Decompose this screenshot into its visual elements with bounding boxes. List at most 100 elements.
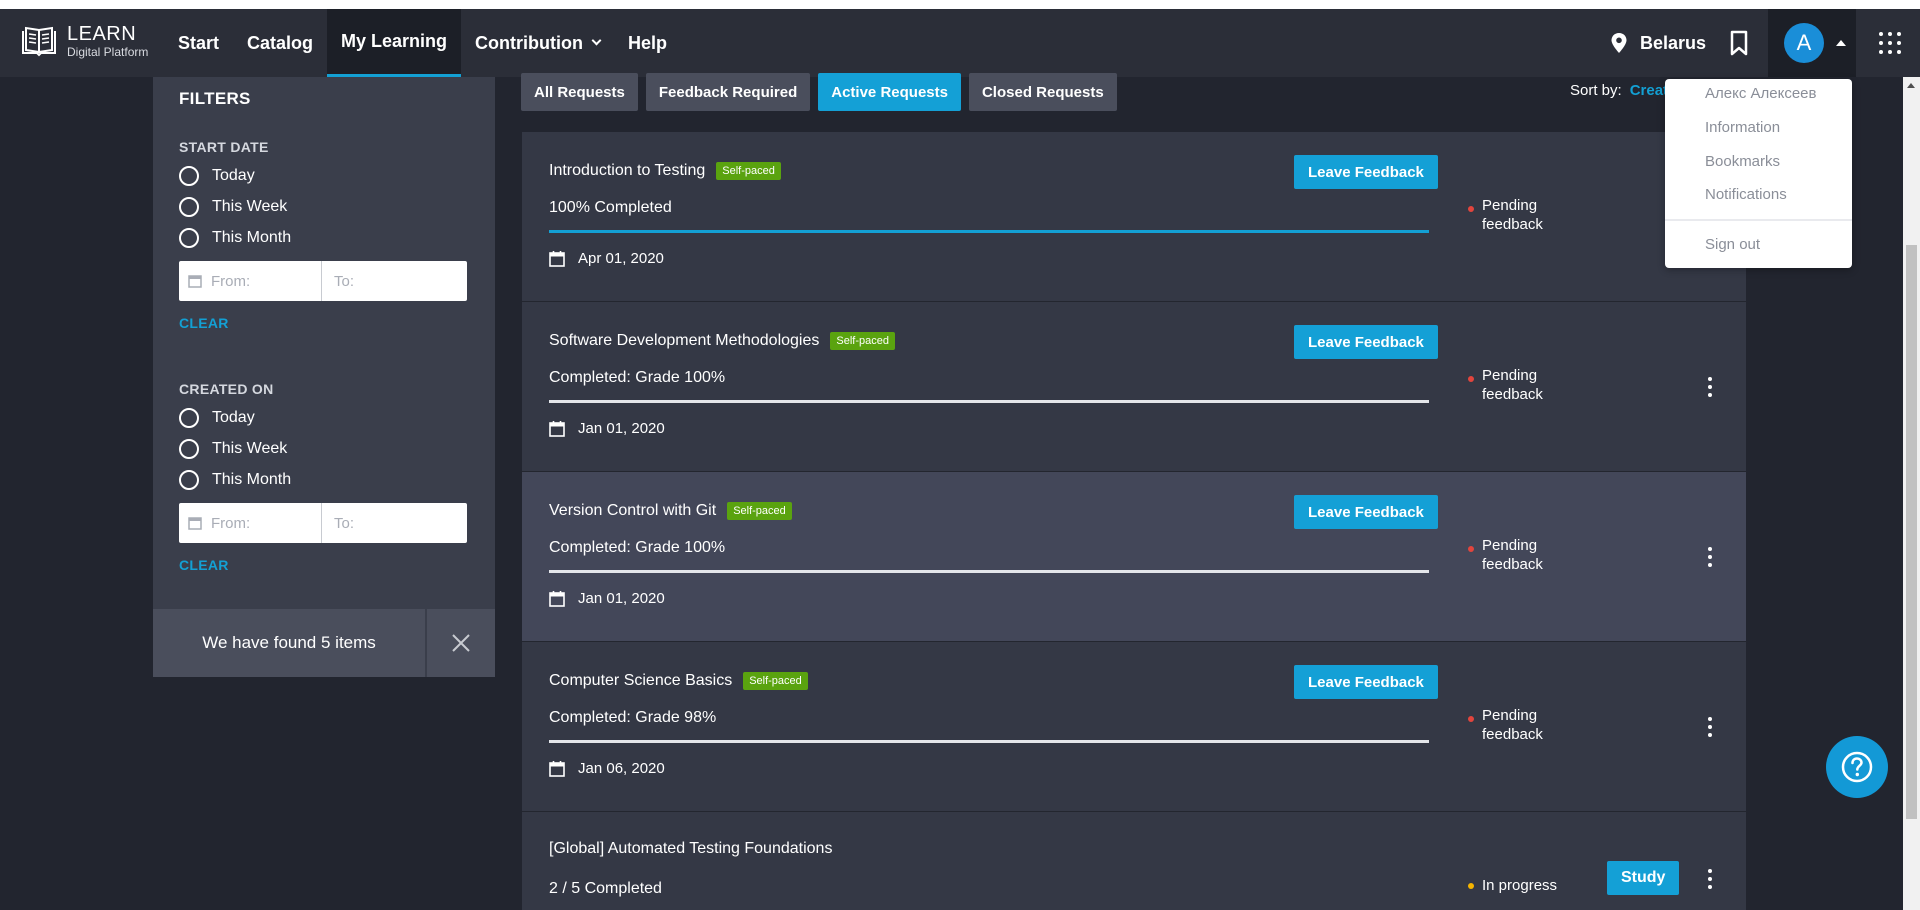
date-text: Apr 01, 2020 [578,250,664,267]
course-title[interactable]: Software Development Methodologies [549,332,819,350]
apps-grid-icon [1879,32,1901,54]
progress-bar [549,230,1429,233]
sort-by-control[interactable]: Sort by: Creat [1570,82,1668,99]
course-title[interactable]: Computer Science Basics [549,672,732,690]
leave-feedback-button[interactable]: Leave Feedback [1294,665,1438,699]
course-title[interactable]: Version Control with Git [549,502,716,520]
sort-by-label: Sort by: [1570,82,1622,99]
status-dot [1468,882,1474,889]
radio-button[interactable] [179,470,199,490]
tab-all-requests[interactable]: All Requests [521,73,638,111]
avatar[interactable]: A [1784,23,1824,63]
more-options-icon[interactable] [1708,377,1712,397]
course-date: Jan 01, 2020 [549,420,665,437]
nav-start[interactable]: Start [164,9,233,77]
apps-menu-button[interactable] [1860,9,1920,77]
page-scrollbar[interactable] [1903,77,1920,910]
start-date-heading: START DATE [179,139,269,155]
nav-contribution-label: Contribution [475,32,584,53]
location-label: Belarus [1639,32,1706,53]
study-button[interactable]: Study [1607,861,1680,895]
course-date: Jan 01, 2020 [549,590,665,607]
menu-item-notifications[interactable]: Notifications [1705,186,1787,203]
start-date-to-field[interactable]: To: [322,261,467,301]
menu-user-name: Алекс Алексеев [1705,85,1817,102]
learning-list: Introduction to Testing Self-paced Leave… [522,132,1746,910]
calendar-icon [188,517,202,530]
scrollbar-thumb[interactable] [1906,245,1917,819]
option-label: This Week [212,198,288,215]
sort-by-value[interactable]: Creat [1630,82,1668,99]
progress-bar [549,740,1429,743]
self-paced-badge: Self-paced [830,332,895,350]
nav-help[interactable]: Help [614,9,681,77]
course-title[interactable]: [Global] Automated Testing Foundations [549,840,832,858]
status-line-1: Pending [1482,537,1538,554]
more-options-icon[interactable] [1708,717,1712,737]
chevron-down-icon [591,35,602,46]
start-date-today-option[interactable]: Today [179,166,469,186]
created-on-clear-link[interactable]: CLEAR [179,557,469,573]
leave-feedback-button[interactable]: Leave Feedback [1294,495,1438,529]
leave-feedback-button[interactable]: Leave Feedback [1294,155,1438,189]
date-text: Jan 06, 2020 [578,760,665,777]
start-date-this-week-option[interactable]: This Week [179,197,469,217]
filters-panel: FILTERS START DATE Today This Week This … [153,77,495,677]
status-badge: In progress [1468,876,1557,895]
status-line-1: Pending [1482,367,1538,384]
radio-button[interactable] [179,439,199,459]
progress-text: 2 / 5 Completed [549,880,662,897]
bookmark-icon[interactable] [1728,30,1750,56]
option-label: Today [212,409,255,426]
leave-feedback-button[interactable]: Leave Feedback [1294,325,1438,359]
date-text: Jan 01, 2020 [578,420,665,437]
nav-my-learning[interactable]: My Learning [327,9,462,77]
status-dot [1468,546,1474,552]
status-dot [1468,206,1474,212]
radio-button[interactable] [179,197,199,217]
more-options-icon[interactable] [1708,869,1712,889]
nav-catalog[interactable]: Catalog [233,9,327,77]
user-dropdown-menu: Алекс Алексеев Information Bookmarks Not… [1665,79,1852,268]
close-filters-button[interactable] [427,609,495,677]
status-badge: Pending feedback [1468,196,1562,234]
help-button[interactable] [1826,736,1888,798]
status-dot [1468,716,1474,722]
tab-feedback-required[interactable]: Feedback Required [645,73,811,111]
start-date-from-field[interactable]: From: [179,261,322,301]
created-on-this-month-option[interactable]: This Month [179,470,469,490]
list-item: Introduction to Testing Self-paced Leave… [522,132,1746,302]
progress-text: Completed: Grade 100% [549,539,726,556]
start-date-clear-link[interactable]: CLEAR [179,315,469,331]
created-on-to-field[interactable]: To: [322,503,467,543]
to-placeholder: To: [334,272,355,290]
scroll-up-arrow-icon[interactable] [1907,83,1915,88]
top-header: LEARN Digital Platform Start Catalog My … [0,9,1920,77]
radio-button[interactable] [179,228,199,248]
start-date-this-month-option[interactable]: This Month [179,228,469,248]
progress-bar [549,570,1429,573]
list-item: [Global] Automated Testing Foundations 2… [522,812,1746,910]
created-on-this-week-option[interactable]: This Week [179,439,469,459]
course-title[interactable]: Introduction to Testing [549,162,705,180]
calendar-icon [188,275,202,288]
more-options-icon[interactable] [1708,547,1712,567]
menu-item-information[interactable]: Information [1705,119,1780,136]
status-text: In progress [1482,877,1558,894]
location-pin-icon [1611,33,1627,53]
radio-button[interactable] [179,166,199,186]
calendar-icon [549,761,565,777]
created-on-today-option[interactable]: Today [179,408,469,428]
menu-item-sign-out[interactable]: Sign out [1705,236,1760,253]
logo[interactable]: LEARN Digital Platform [20,23,148,59]
user-menu-toggle[interactable]: A [1768,9,1856,77]
tab-closed-requests[interactable]: Closed Requests [968,73,1117,111]
location-selector[interactable]: Belarus [1610,32,1706,54]
course-date: Jan 06, 2020 [549,760,665,777]
menu-item-bookmarks[interactable]: Bookmarks [1705,153,1780,170]
tab-active-requests[interactable]: Active Requests [818,73,961,111]
radio-button[interactable] [179,408,199,428]
window-top-strip [0,0,1920,9]
nav-contribution[interactable]: Contribution [461,9,614,77]
created-on-from-field[interactable]: From: [179,503,322,543]
